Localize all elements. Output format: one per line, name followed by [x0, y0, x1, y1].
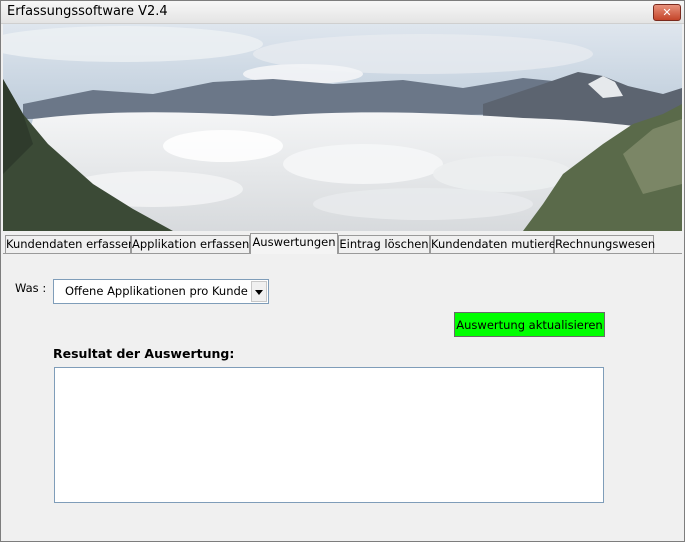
tab-applikation-erfassen[interactable]: Applikation erfassen — [131, 235, 250, 253]
mountain-banner-image — [3, 24, 682, 231]
was-dropdown[interactable]: Offene Applikationen pro Kunde — [53, 279, 269, 304]
auswertung-aktualisieren-button[interactable]: Auswertung aktualisieren — [454, 312, 605, 337]
tab-kundendaten-mutieren[interactable]: Kundendaten mutieren — [430, 235, 563, 253]
title-bar[interactable]: Erfassungssoftware V2.4 ✕ — [1, 1, 684, 24]
tab-auswertungen[interactable]: Auswertungen — [250, 233, 338, 254]
result-textbox[interactable] — [54, 367, 604, 503]
tab-eintrag-loeschen[interactable]: Eintrag löschen — [338, 235, 430, 253]
application-window: Erfassungssoftware V2.4 ✕ Kundendaten er… — [0, 0, 685, 542]
was-label: Was : — [15, 281, 47, 295]
result-label: Resultat der Auswertung: — [53, 346, 235, 361]
was-dropdown-value: Offene Applikationen pro Kunde — [65, 284, 248, 298]
close-button[interactable]: ✕ — [653, 4, 681, 21]
chevron-down-icon[interactable] — [251, 281, 267, 302]
mountain-panorama-illustration — [3, 24, 682, 231]
tab-kundendaten-erfassen[interactable]: Kundendaten erfassen — [5, 235, 135, 253]
tab-rechnungswesen[interactable]: Rechnungswesen — [554, 235, 655, 253]
window-title: Erfassungssoftware V2.4 — [7, 4, 168, 19]
